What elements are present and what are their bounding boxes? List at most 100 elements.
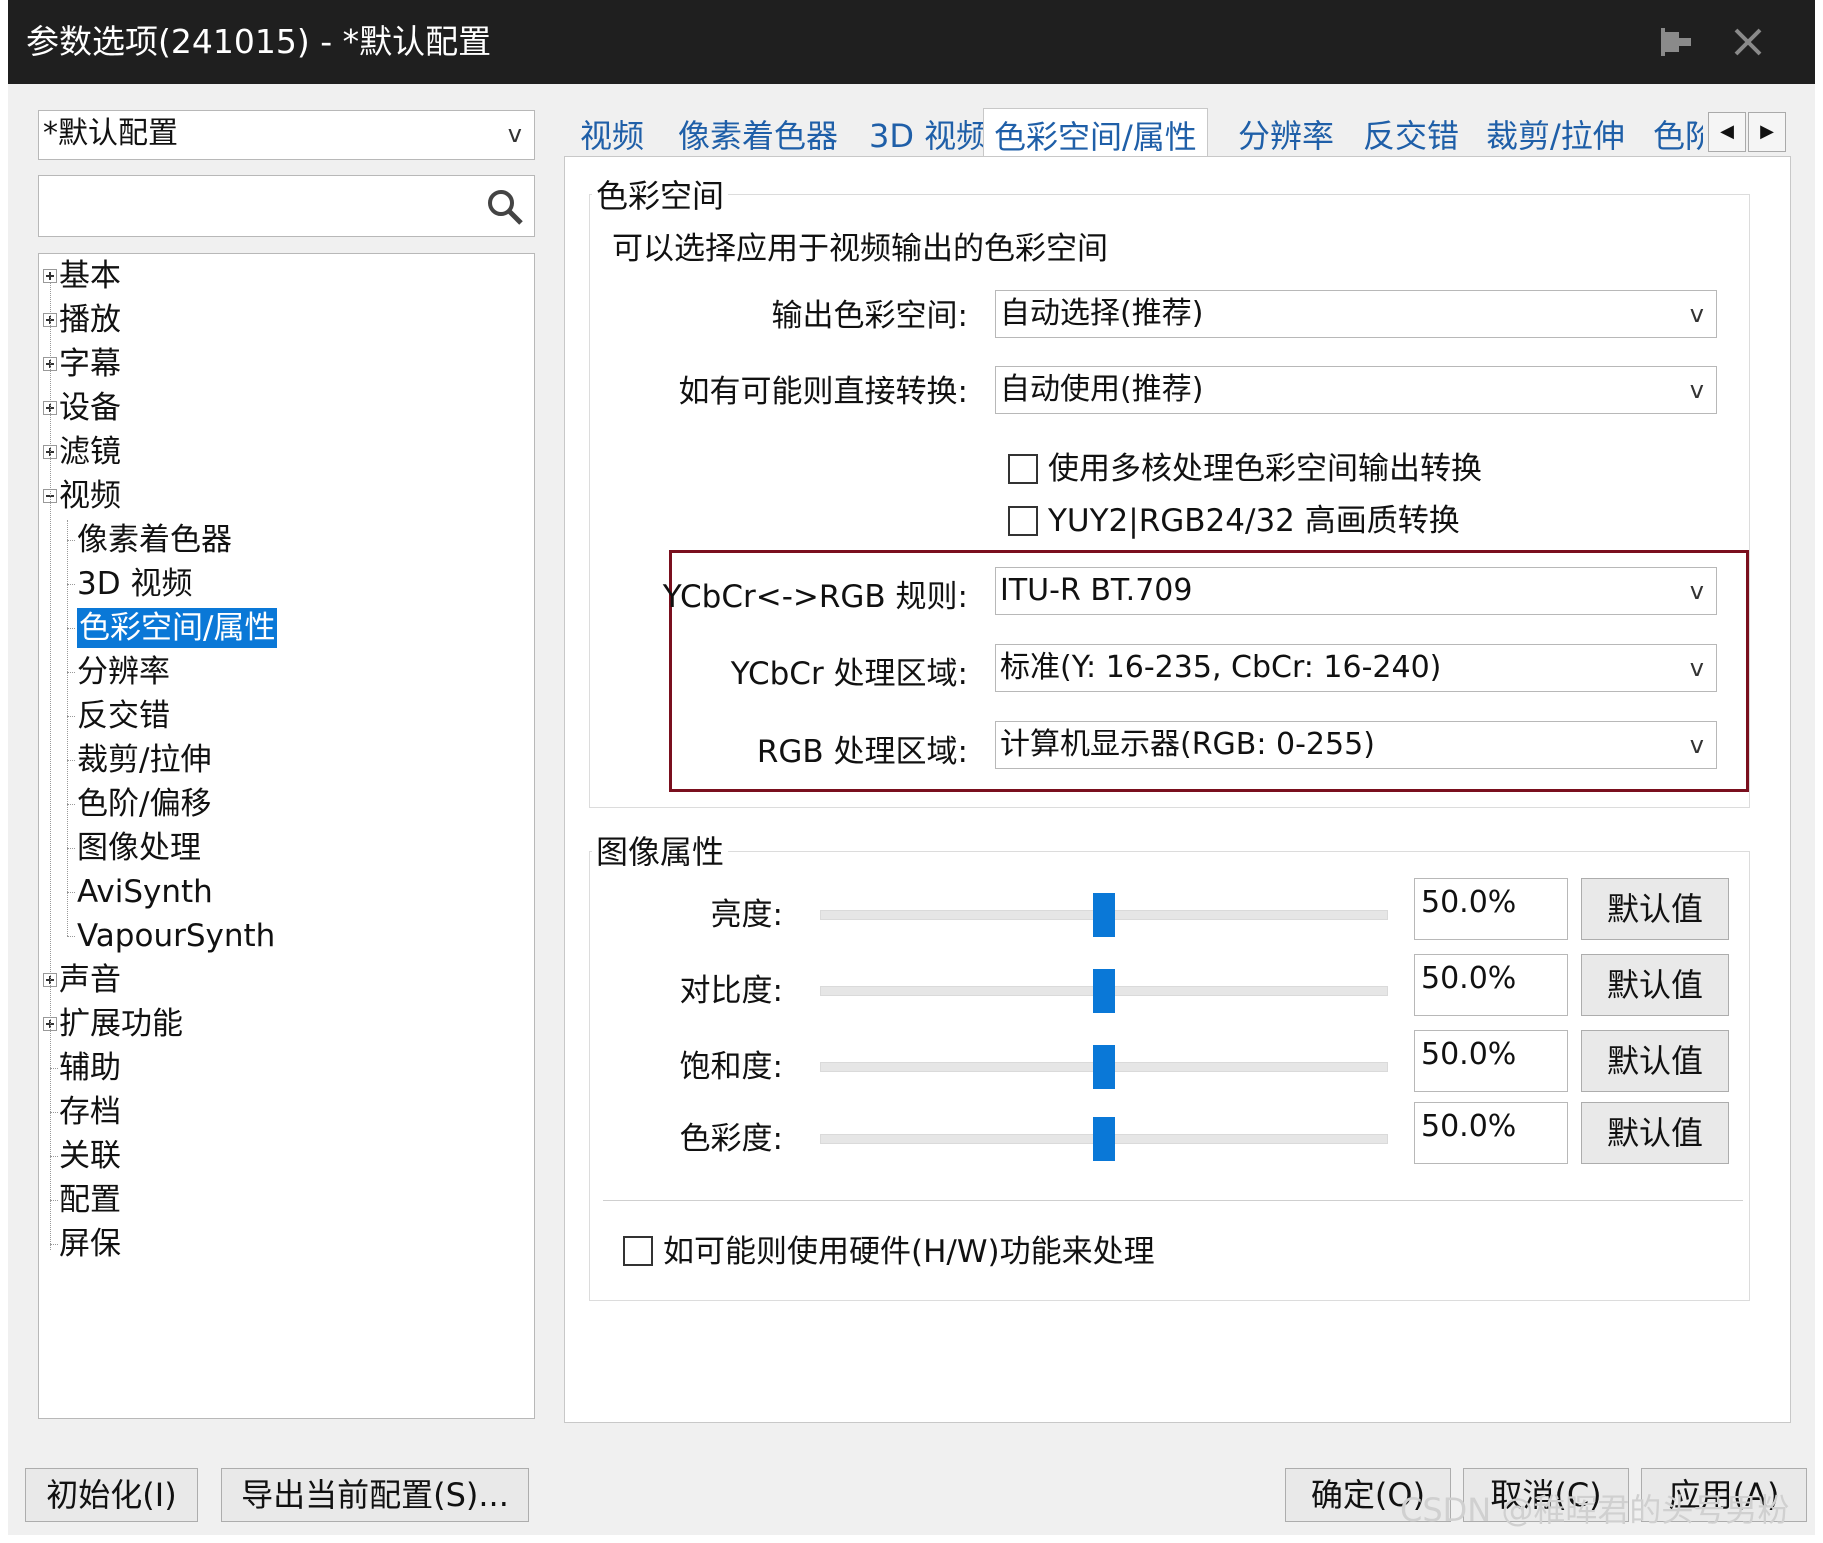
- rgb-range-label: RGB 处理区域:: [756, 734, 968, 770]
- rgb-range-value: 计算机显示器(RGB: 0-255): [1000, 727, 1375, 762]
- tree-item[interactable]: 裁剪/拉伸: [77, 740, 211, 780]
- tree-connector: [67, 848, 75, 849]
- tree-item[interactable]: 关联: [59, 1136, 121, 1176]
- image-property-value: 50.0%: [1421, 961, 1517, 996]
- output-color-space-select[interactable]: 自动选择(推荐) v: [995, 290, 1717, 338]
- output-color-space-label: 输出色彩空间:: [771, 298, 968, 334]
- initialize-button[interactable]: 初始化(I): [25, 1468, 198, 1522]
- image-property-value-field[interactable]: 50.0%: [1414, 1102, 1568, 1164]
- image-property-slider-thumb[interactable]: [1093, 969, 1115, 1013]
- tree-item[interactable]: 视频: [59, 476, 121, 516]
- preferences-window: 参数选项(241015) - *默认配置 *默认配置 v 基本 播放 字幕 设备 滤镜视…: [8, 0, 1815, 1535]
- tree-item[interactable]: 色彩空间/属性: [77, 608, 278, 648]
- image-property-default-button[interactable]: 默认值: [1581, 1030, 1729, 1092]
- image-property-value: 50.0%: [1421, 885, 1517, 920]
- tree-item[interactable]: 辅助: [59, 1048, 121, 1088]
- image-property-slider-thumb[interactable]: [1093, 893, 1115, 937]
- tree-connector: [50, 1200, 58, 1201]
- pin-icon[interactable]: [1651, 18, 1699, 66]
- image-properties-group-title: 图像属性: [592, 830, 729, 874]
- direct-convert-select[interactable]: 自动使用(推荐) v: [995, 366, 1717, 414]
- tree-connector: [50, 1068, 58, 1069]
- chevron-down-icon: v: [1689, 577, 1704, 605]
- tree-connector: [50, 1112, 58, 1113]
- tree-item[interactable]: 声音: [59, 960, 121, 1000]
- title-bar: 参数选项(241015) - *默认配置: [8, 0, 1815, 84]
- image-property-label: 对比度:: [679, 973, 783, 1009]
- close-icon[interactable]: [1724, 18, 1772, 66]
- tree-item[interactable]: 配置: [59, 1180, 121, 1220]
- tree-item[interactable]: 设备: [59, 388, 121, 428]
- tree-connector: [50, 282, 51, 1250]
- tree-item[interactable]: 分辨率: [77, 652, 170, 692]
- image-property-slider-thumb[interactable]: [1093, 1117, 1115, 1161]
- settings-tree: 基本 播放 字幕 设备 滤镜 视频 像素着色器 3D 视频 色彩空间/属性 分辨率 反交错 裁剪/拉伸…: [38, 253, 535, 1419]
- tree-item[interactable]: VapourSynth: [77, 916, 275, 956]
- profile-select-value: *默认配置: [43, 116, 178, 151]
- image-property-label: 色彩度:: [679, 1121, 783, 1157]
- tree-connector: [67, 520, 68, 936]
- profile-select[interactable]: *默认配置 v: [38, 110, 535, 160]
- ycbcr-range-label: YCbCr 处理区域:: [730, 656, 968, 692]
- screenshot-frame: 参数选项(241015) - *默认配置 *默认配置 v 基本 播放 字幕 设备 滤镜视…: [0, 0, 1823, 1543]
- image-property-value-field[interactable]: 50.0%: [1414, 954, 1568, 1016]
- tree-connector: [67, 716, 75, 717]
- tree-item[interactable]: 3D 视频: [77, 564, 192, 604]
- hw-processing-checkbox[interactable]: [623, 1236, 653, 1266]
- tab-scroll-right-button[interactable]: ▶: [1748, 112, 1786, 152]
- direct-convert-label: 如有可能则直接转换:: [678, 374, 968, 410]
- tree-item[interactable]: 像素着色器: [77, 520, 232, 560]
- chevron-down-icon: v: [1689, 654, 1704, 682]
- tree-item[interactable]: 字幕: [59, 344, 121, 384]
- image-property-label: 饱和度:: [679, 1049, 783, 1085]
- multicore-label: 使用多核处理色彩空间输出转换: [1048, 451, 1482, 487]
- tree-item[interactable]: 扩展功能: [59, 1004, 183, 1044]
- image-property-value-field[interactable]: 50.0%: [1414, 1030, 1568, 1092]
- tree-item[interactable]: 反交错: [77, 696, 170, 736]
- tree-connector: [67, 584, 75, 585]
- tree-item[interactable]: 基本: [59, 256, 121, 296]
- yuy2-checkbox[interactable]: [1008, 506, 1038, 536]
- ycbcr-rgb-rule-select[interactable]: ITU-R BT.709 v: [995, 567, 1717, 615]
- ycbcr-range-select[interactable]: 标准(Y: 16-235, CbCr: 16-240) v: [995, 644, 1717, 692]
- chevron-down-icon: v: [1689, 300, 1704, 328]
- color-space-description: 可以选择应用于视频输出的色彩空间: [612, 231, 1108, 267]
- expand-icon[interactable]: [43, 269, 57, 283]
- tree-item[interactable]: 存档: [59, 1092, 121, 1132]
- direct-convert-value: 自动使用(推荐): [1000, 372, 1204, 407]
- tree-item[interactable]: AviSynth: [77, 872, 213, 912]
- output-color-space-value: 自动选择(推荐): [1000, 296, 1204, 331]
- tree-item[interactable]: 色阶/偏移: [77, 784, 211, 824]
- ycbcr-rgb-rule-value: ITU-R BT.709: [1000, 573, 1193, 608]
- tree-connector: [67, 804, 75, 805]
- export-config-button[interactable]: 导出当前配置(S)...: [221, 1468, 529, 1522]
- tree-connector: [67, 540, 75, 541]
- tree-connector: [67, 628, 75, 629]
- chevron-down-icon: v: [1689, 376, 1704, 404]
- tree-connector: [67, 892, 75, 893]
- image-property-value: 50.0%: [1421, 1109, 1517, 1144]
- chevron-down-icon: v: [1689, 731, 1704, 759]
- tree-connector: [67, 936, 75, 937]
- tab-scroll-left-button[interactable]: ◀: [1708, 112, 1746, 152]
- image-property-label: 亮度:: [710, 897, 783, 933]
- tree-item[interactable]: 图像处理: [77, 828, 201, 868]
- tree-connector: [50, 1244, 58, 1245]
- multicore-checkbox[interactable]: [1008, 454, 1038, 484]
- search-icon[interactable]: [486, 188, 524, 226]
- search-input[interactable]: [38, 175, 535, 237]
- tree-connector: [67, 672, 75, 673]
- rgb-range-select[interactable]: 计算机显示器(RGB: 0-255) v: [995, 721, 1717, 769]
- window-title: 参数选项(241015) - *默认配置: [26, 22, 492, 61]
- image-property-slider-thumb[interactable]: [1093, 1045, 1115, 1089]
- image-property-default-button[interactable]: 默认值: [1581, 954, 1729, 1016]
- tree-item[interactable]: 屏保: [59, 1224, 121, 1264]
- image-property-value-field[interactable]: 50.0%: [1414, 878, 1568, 940]
- tree-item[interactable]: 播放: [59, 300, 121, 340]
- tree-item[interactable]: 滤镜: [59, 432, 121, 472]
- image-property-default-button[interactable]: 默认值: [1581, 878, 1729, 940]
- image-property-default-button[interactable]: 默认值: [1581, 1102, 1729, 1164]
- chevron-down-icon: v: [507, 120, 522, 148]
- separator: [603, 1200, 1743, 1201]
- ycbcr-range-value: 标准(Y: 16-235, CbCr: 16-240): [1000, 650, 1442, 685]
